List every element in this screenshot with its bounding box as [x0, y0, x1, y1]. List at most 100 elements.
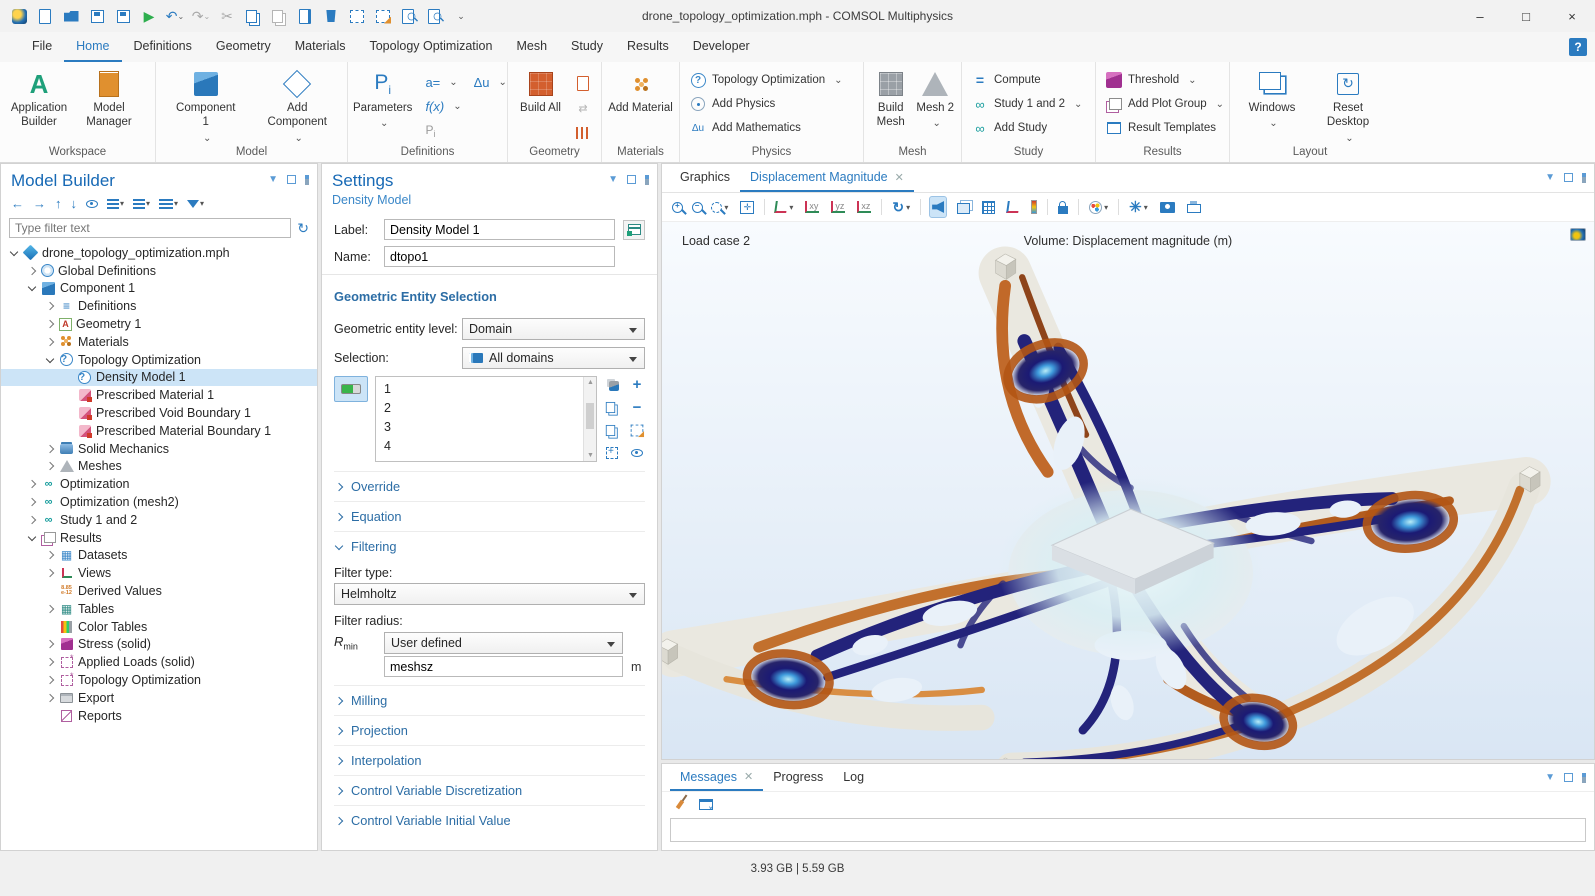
- tree-item-meshes[interactable]: Meshes: [1, 458, 317, 476]
- close-tab-icon[interactable]: ✕: [895, 171, 904, 184]
- active-selection-toggle[interactable]: [334, 376, 368, 402]
- paste-selection-icon[interactable]: [604, 422, 620, 438]
- domain-list-scrollbar[interactable]: ▲▼: [583, 377, 596, 461]
- show-icon[interactable]: [86, 200, 98, 208]
- deactivate-selection-icon[interactable]: [629, 445, 645, 461]
- model-tree-nodes-icon[interactable]: ▾: [159, 199, 178, 209]
- tab-mesh[interactable]: Mesh: [504, 32, 559, 62]
- entity-level-select[interactable]: Domain: [462, 318, 645, 340]
- move-down-icon[interactable]: ↓: [71, 196, 78, 211]
- expand-all-icon[interactable]: ▾: [133, 199, 150, 209]
- tree-item-root[interactable]: drone_topology_optimization.mph: [1, 244, 317, 262]
- pin-panel-icon[interactable]: [1582, 173, 1586, 183]
- rmin-mode-select[interactable]: User defined: [384, 632, 623, 654]
- snapshot-icon[interactable]: [1158, 196, 1177, 218]
- parameter-case-button[interactable]: P: [420, 121, 466, 141]
- back-icon[interactable]: ←: [11, 196, 24, 211]
- graphics-canvas[interactable]: Load case 2 Volume: Displacement magnitu…: [662, 222, 1594, 759]
- reset-desktop-button[interactable]: ↻Reset Desktop: [1314, 67, 1382, 145]
- section-control-variable-initial-value[interactable]: Control Variable Initial Value: [334, 805, 645, 835]
- redo-icon[interactable]: ↷⌄: [190, 5, 212, 27]
- save-icon[interactable]: [86, 5, 108, 27]
- add-component-button[interactable]: Add Component: [263, 67, 331, 145]
- float-panel-icon[interactable]: [1564, 773, 1573, 782]
- plot-color-icon[interactable]: [1570, 228, 1586, 241]
- go-to-view-icon[interactable]: ▾: [773, 196, 795, 218]
- filter-icon[interactable]: ▾: [187, 199, 204, 208]
- compute-button[interactable]: =Compute: [967, 70, 1046, 90]
- tree-item-density-model1[interactable]: ?Density Model 1: [1, 369, 317, 387]
- tab-materials[interactable]: Materials: [283, 32, 358, 62]
- section-equation[interactable]: Equation: [334, 501, 645, 531]
- tree-item-derived-values[interactable]: Derived Values: [1, 582, 317, 600]
- view-xz-icon[interactable]: xz: [855, 196, 873, 218]
- tab-progress[interactable]: Progress: [763, 764, 833, 791]
- clear-messages-icon[interactable]: [672, 796, 688, 812]
- geometry-update-button[interactable]: ⇄: [570, 98, 596, 118]
- help-button[interactable]: ?: [1569, 38, 1587, 56]
- run-icon[interactable]: ▶: [138, 5, 160, 27]
- copy-icon[interactable]: [242, 5, 264, 27]
- virtual-operations-button[interactable]: [570, 123, 596, 143]
- zoom-to-selection-icon[interactable]: [604, 445, 620, 461]
- collapse-all-icon[interactable]: ▾: [107, 199, 124, 209]
- panel-menu-icon[interactable]: ▼: [1545, 772, 1555, 783]
- view-xy-icon[interactable]: xy: [803, 196, 821, 218]
- zoom-in-icon[interactable]: +: [670, 196, 682, 218]
- pin-panel-icon[interactable]: [645, 175, 649, 185]
- select-box-icon[interactable]: [346, 5, 368, 27]
- pin-panel-icon[interactable]: [305, 175, 309, 185]
- close-tab-icon[interactable]: ✕: [744, 770, 753, 783]
- section-milling[interactable]: Milling: [334, 685, 645, 715]
- tab-study[interactable]: Study: [559, 32, 615, 62]
- tab-geometry[interactable]: Geometry: [204, 32, 283, 62]
- print-icon[interactable]: [1185, 196, 1203, 218]
- tree-filter-input[interactable]: [9, 218, 291, 238]
- section-filtering[interactable]: Filtering: [334, 531, 645, 561]
- tree-item-topology-optimization[interactable]: ?Topology Optimization: [1, 351, 317, 369]
- copy-selection-icon[interactable]: [604, 399, 620, 415]
- delta-u-button[interactable]: Δu: [469, 73, 512, 92]
- build-mesh-button[interactable]: Build Mesh: [869, 67, 912, 130]
- threshold-button[interactable]: Threshold: [1101, 70, 1202, 90]
- tree-item-optimization-mesh2[interactable]: ∞Optimization (mesh2): [1, 493, 317, 511]
- parameters-button[interactable]: PParameters: [353, 67, 412, 131]
- name-input[interactable]: [384, 246, 615, 267]
- app-logo-icon[interactable]: [8, 5, 30, 27]
- create-selection-icon[interactable]: [604, 376, 620, 392]
- add-mathematics-button[interactable]: ΔuAdd Mathematics: [685, 118, 806, 138]
- tree-item-geometry1[interactable]: AGeometry 1: [1, 315, 317, 333]
- tab-developer[interactable]: Developer: [681, 32, 762, 62]
- tab-topology-optimization[interactable]: Topology Optimization: [357, 32, 504, 62]
- import-geometry-button[interactable]: [570, 73, 596, 93]
- update-plot-icon[interactable]: ✳▾: [1127, 196, 1150, 218]
- rmin-value-input[interactable]: [384, 656, 623, 677]
- windows-button[interactable]: Windows: [1238, 67, 1306, 131]
- zoom-out-icon[interactable]: −: [690, 196, 702, 218]
- maximize-button[interactable]: □: [1503, 0, 1549, 32]
- tree-item-views[interactable]: Views: [1, 564, 317, 582]
- build-all-button[interactable]: Build All: [513, 67, 568, 115]
- result-templates-button[interactable]: Result Templates: [1101, 118, 1221, 138]
- tree-item-tables[interactable]: ▦Tables: [1, 600, 317, 618]
- move-up-icon[interactable]: ↑: [55, 196, 62, 211]
- rotate-icon[interactable]: ↻▾: [890, 196, 912, 218]
- tree-item-materials[interactable]: Materials: [1, 333, 317, 351]
- section-override[interactable]: Override: [334, 471, 645, 501]
- lock-icon[interactable]: [1056, 196, 1070, 218]
- transparency-icon[interactable]: [929, 196, 947, 218]
- section-projection[interactable]: Projection: [334, 715, 645, 745]
- tree-item-component1[interactable]: Component 1: [1, 280, 317, 298]
- scene-light-icon[interactable]: [955, 196, 972, 218]
- domain-list-item[interactable]: 2: [376, 398, 596, 417]
- duplicate-icon[interactable]: [294, 5, 316, 27]
- float-panel-icon[interactable]: [1564, 173, 1573, 182]
- remove-from-selection-icon[interactable]: −: [629, 399, 645, 415]
- tree-item-prescribed-material1[interactable]: Prescribed Material 1: [1, 386, 317, 404]
- selection-select[interactable]: All domains: [462, 347, 645, 369]
- panel-menu-icon[interactable]: ▼: [608, 174, 618, 185]
- pin-panel-icon[interactable]: [1582, 773, 1586, 783]
- rename-button[interactable]: [623, 220, 645, 240]
- float-panel-icon[interactable]: [627, 175, 636, 184]
- variables-button[interactable]: a=: [420, 73, 466, 92]
